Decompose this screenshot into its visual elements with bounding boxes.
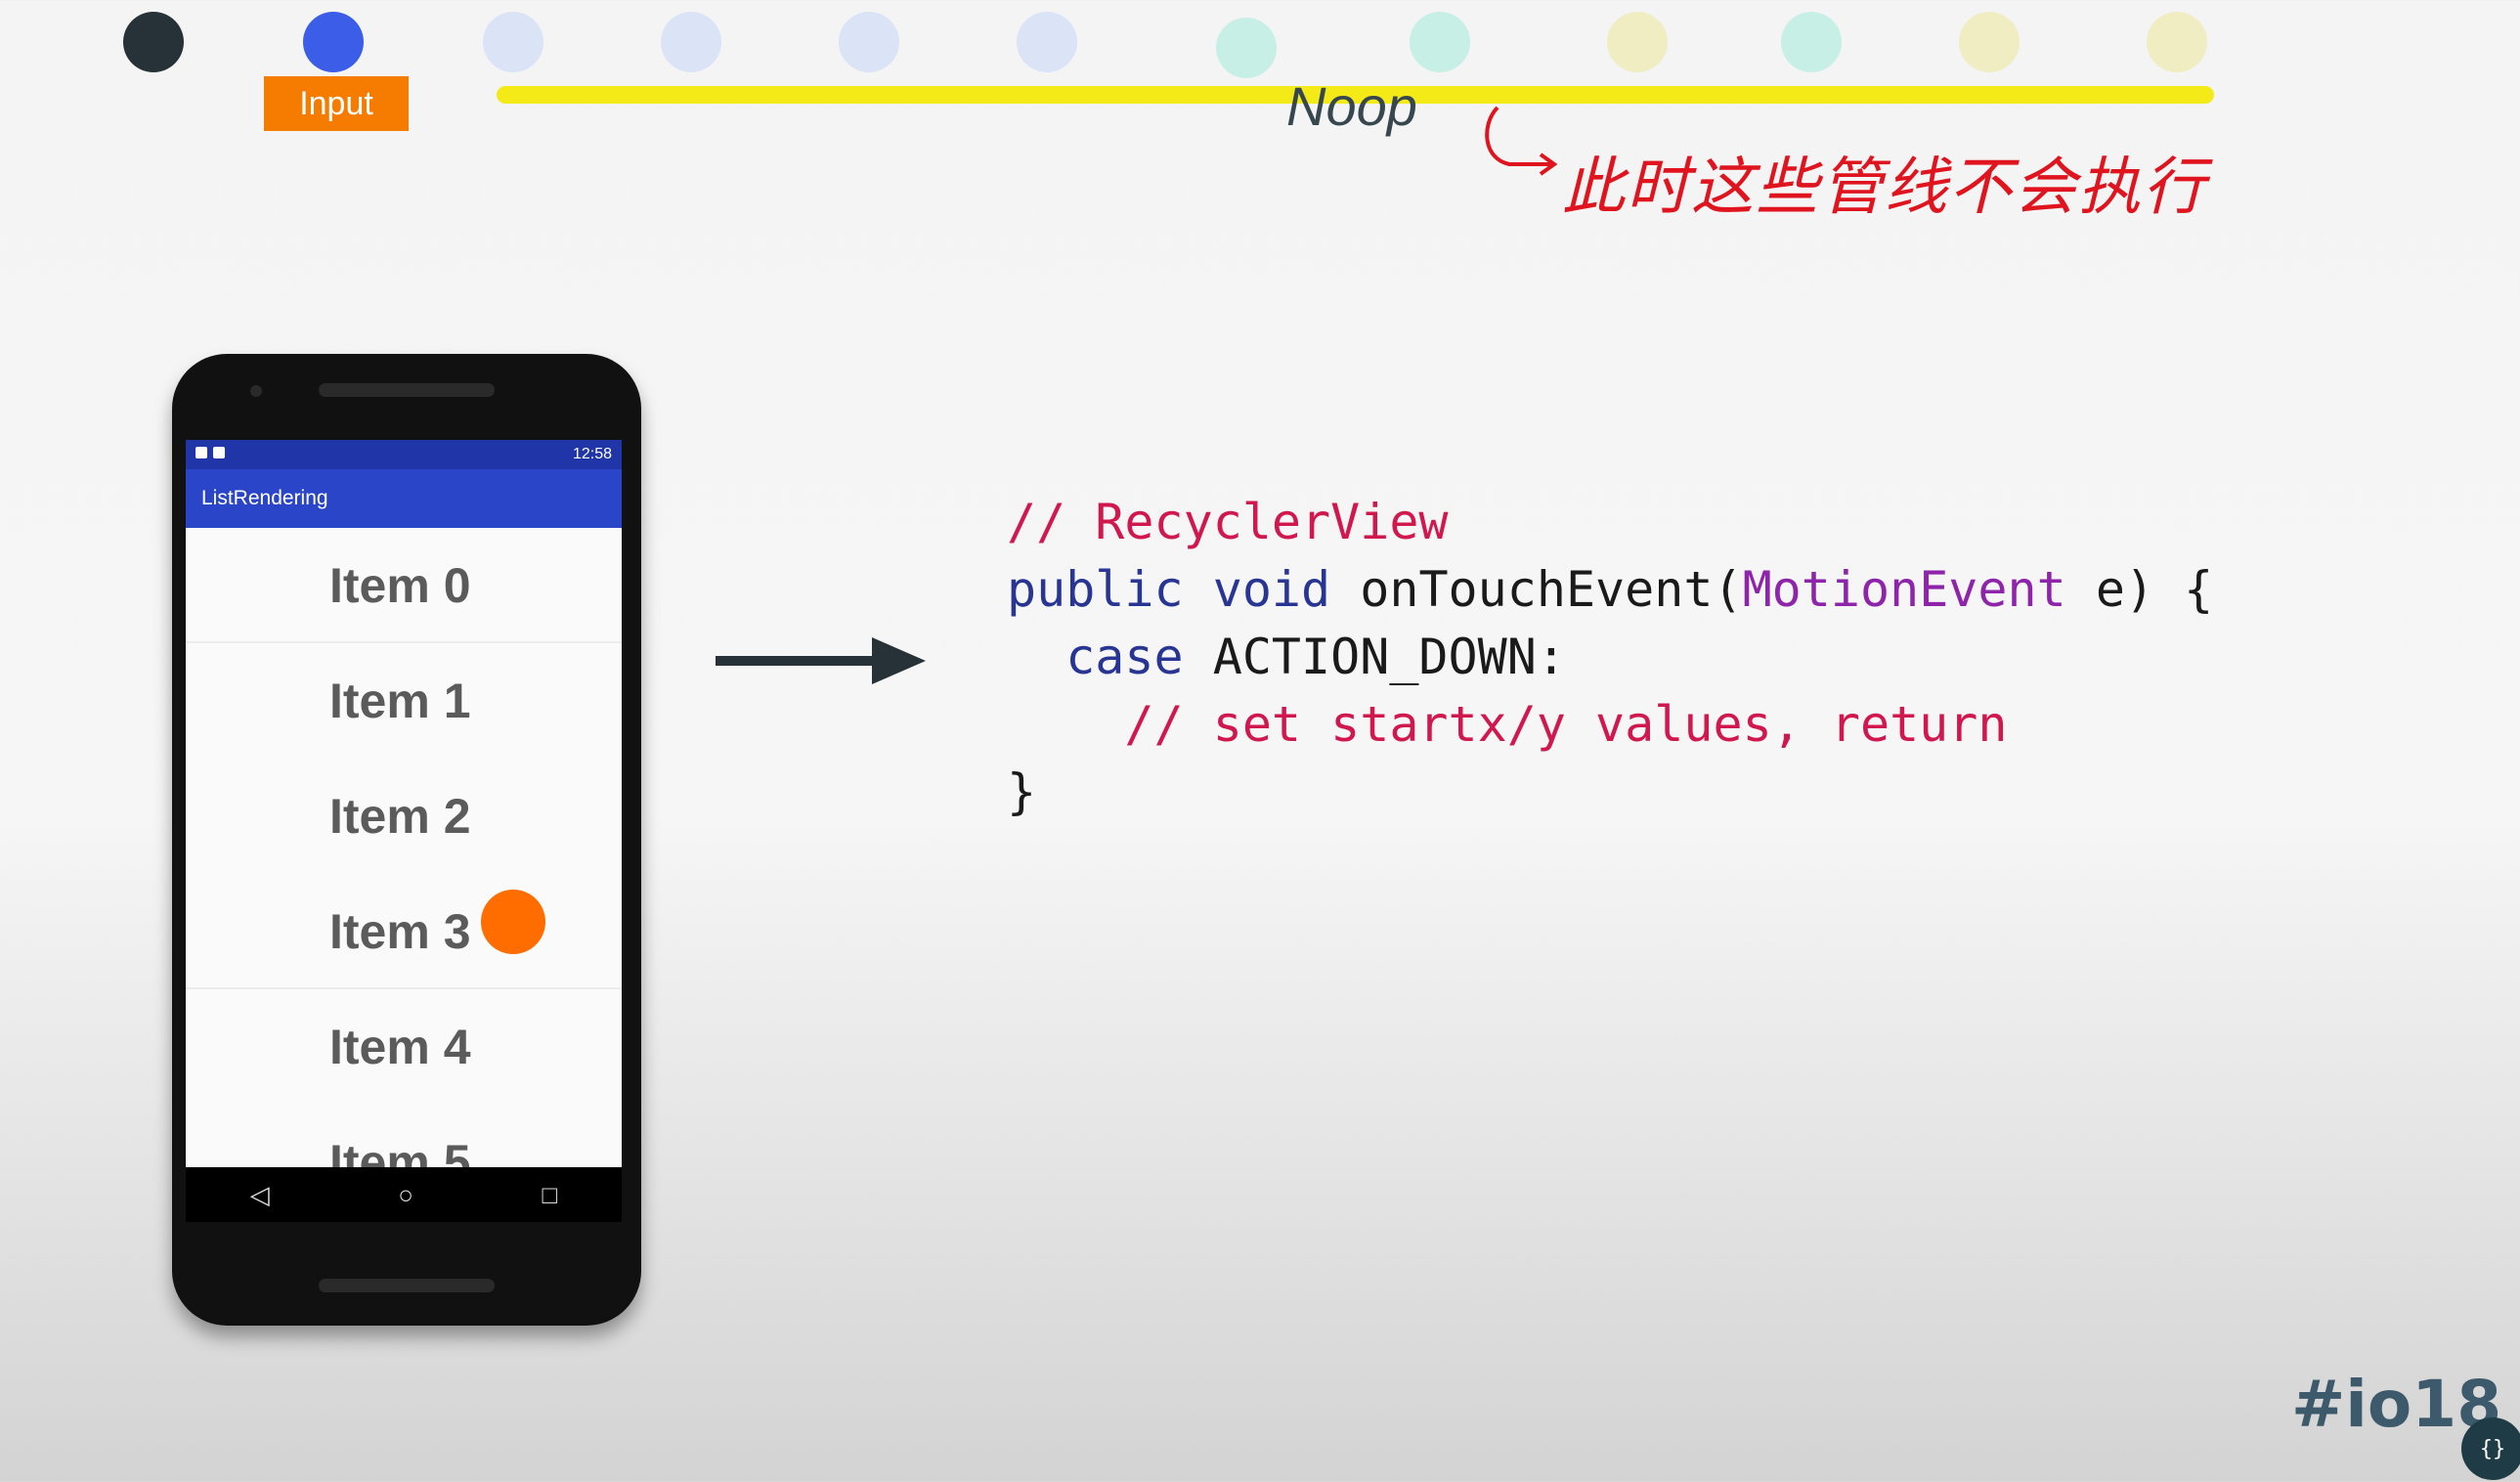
pipeline-dot-9 [1607,12,1668,72]
code-type: MotionEvent [1742,561,2066,618]
recycler-list[interactable]: Item 0 Item 1 Item 2 Item 3 Item 4 Item … [186,528,622,1175]
pipeline-dot-3 [483,12,543,72]
status-time: 12:58 [572,446,612,462]
player-control-button[interactable]: {} [2461,1417,2520,1480]
phone-mockup: 12:58 ListRendering Item 0 Item 1 Item 2… [172,354,641,1326]
pipeline-dot-7 [1216,18,1277,78]
code-case-keyword: case [1007,629,1213,685]
status-bar: 12:58 [186,440,622,469]
list-item[interactable]: Item 5 [186,1105,622,1175]
pipeline-dot-5 [839,12,899,72]
pipeline-dot-12 [2147,12,2207,72]
code-line-4: // set startx/y values, return [1007,696,2008,753]
home-icon[interactable]: ○ [398,1180,413,1210]
pipeline-dot-2 [303,12,364,72]
right-arrow-icon [716,637,926,684]
handwritten-annotation: 此时这些管线不会执行 [1562,152,2207,224]
pipeline-dot-10 [1781,12,1842,72]
app-title: ListRendering [201,487,328,509]
pipeline-dot-4 [661,12,721,72]
code-line-5: } [1007,763,1037,820]
list-item[interactable]: Item 1 [186,643,622,759]
pipeline-dot-1 [123,12,184,72]
list-item[interactable]: Item 4 [186,989,622,1105]
front-camera [250,385,262,397]
list-item[interactable]: Item 3 [186,874,622,989]
touch-indicator [481,890,545,954]
back-icon[interactable]: ◁ [250,1180,270,1210]
app-bar: ListRendering [186,469,622,528]
recents-icon[interactable]: □ [543,1180,558,1210]
navigation-bar: ◁ ○ □ [186,1167,622,1222]
code-line-1: // RecyclerView [1007,494,1449,550]
top-speaker [319,383,495,397]
code-snippet: // RecyclerView public void onTouchEvent… [1007,489,2213,826]
pipeline-dot-11 [1959,12,2020,72]
bottom-speaker [319,1279,495,1292]
noop-label: Noop [1286,75,1417,137]
code-params: e) { [2065,561,2214,618]
list-item[interactable]: Item 2 [186,759,622,874]
list-item[interactable]: Item 0 [186,528,622,643]
status-notification-icons [196,446,231,463]
phone-screen: 12:58 ListRendering Item 0 Item 1 Item 2… [186,440,622,1222]
code-case-value: ACTION_DOWN: [1212,629,1566,685]
hook-arrow-icon [1485,106,1558,176]
code-function: onTouchEvent( [1360,561,1743,618]
code-keyword: public void [1007,561,1361,618]
pipeline-dot-6 [1017,12,1077,72]
input-stage-label: Input [264,76,409,131]
pipeline-dot-8 [1410,12,1470,72]
